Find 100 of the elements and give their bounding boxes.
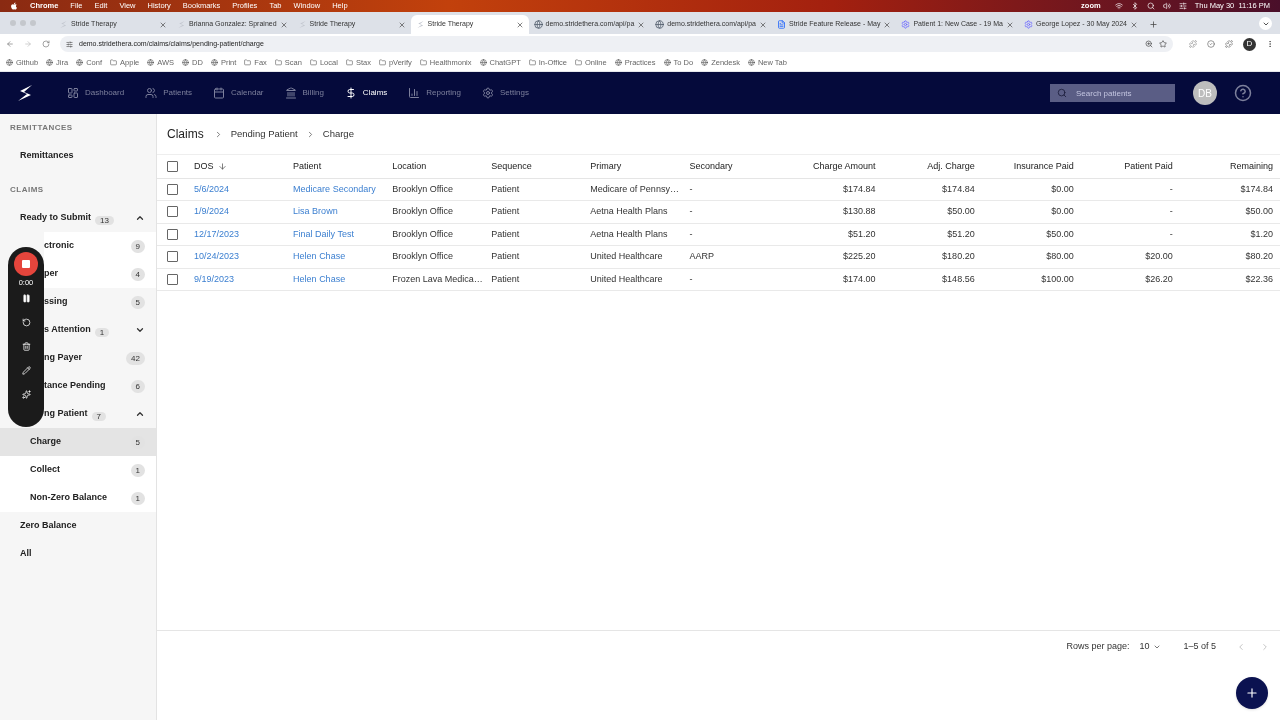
table-link[interactable]: 1/9/2024 xyxy=(194,206,230,216)
sidebar-item[interactable]: Zero Balance xyxy=(0,512,156,540)
close-icon[interactable] xyxy=(883,20,892,29)
controls-icon[interactable] xyxy=(1178,2,1187,10)
breadcrumb[interactable]: Claims xyxy=(167,125,204,143)
table-link[interactable]: Final Daily Test xyxy=(293,228,354,239)
column-header[interactable]: Sequence xyxy=(491,159,532,173)
checkbox[interactable] xyxy=(167,251,178,263)
sparkle-icon[interactable] xyxy=(21,390,31,399)
sidebar-item[interactable]: Charge 5 xyxy=(0,428,156,456)
sidebar-item[interactable]: per 4 xyxy=(44,260,156,288)
bookmark-star-icon[interactable] xyxy=(1159,40,1167,48)
table-link[interactable]: 5/6/2024 xyxy=(194,183,230,194)
close-icon[interactable] xyxy=(515,20,524,29)
table-link[interactable]: 10/24/2023 xyxy=(194,251,240,261)
table-link[interactable]: 9/19/2023 xyxy=(194,273,235,284)
column-header[interactable]: Adj. Charge xyxy=(927,159,975,173)
sidebar-item[interactable]: Ready to Submit 13 xyxy=(0,204,156,232)
sidebar-item[interactable]: Remittances xyxy=(0,142,156,170)
reload-icon[interactable] xyxy=(42,40,50,48)
close-icon[interactable] xyxy=(1130,20,1138,29)
table-cell: $0.00 xyxy=(1051,206,1074,216)
nav-item[interactable]: Billing xyxy=(284,87,324,99)
column-header[interactable]: Patient Paid xyxy=(1124,159,1173,173)
add-button[interactable] xyxy=(1236,677,1268,709)
sidebar-item[interactable]: ssing 5 xyxy=(44,288,156,316)
wifi-icon[interactable] xyxy=(1114,2,1123,10)
close-icon[interactable] xyxy=(637,20,646,29)
table-cell: $51.20 xyxy=(947,228,975,239)
stop-record-button[interactable] xyxy=(14,252,38,276)
column-header[interactable]: Charge Amount xyxy=(813,159,876,173)
bluetooth-icon[interactable] xyxy=(1130,2,1139,10)
extensions-icon[interactable] xyxy=(1225,40,1233,48)
table-link[interactable]: Helen Chase xyxy=(293,251,346,261)
sidebar-item[interactable]: Non-Zero Balance 1 xyxy=(0,484,156,512)
sidebar-item[interactable]: tance Pending 6 xyxy=(44,372,156,400)
table-cell: Patient xyxy=(491,251,520,261)
checkbox[interactable] xyxy=(167,228,178,240)
collapse-icon[interactable] xyxy=(135,409,145,419)
sidebar-item[interactable]: ng Patient 7 xyxy=(44,400,156,428)
check-icon[interactable] xyxy=(1207,40,1215,48)
nav-item[interactable]: Settings xyxy=(482,87,529,99)
sidebar-item[interactable]: ng Payer 42 xyxy=(44,344,156,372)
breadcrumb[interactable]: Pending Patient xyxy=(230,126,298,142)
sidebar-item[interactable]: All xyxy=(0,540,156,568)
search-icon[interactable] xyxy=(1146,2,1155,10)
tab-search-button[interactable] xyxy=(1259,17,1272,30)
table-link[interactable]: Lisa Brown xyxy=(293,206,338,216)
column-header[interactable]: Patient xyxy=(293,159,322,173)
close-icon[interactable] xyxy=(1005,20,1014,29)
nav-item[interactable]: Patients xyxy=(145,87,193,99)
nav-item[interactable]: Dashboard xyxy=(67,87,125,99)
trash-icon[interactable] xyxy=(21,342,31,351)
column-header[interactable]: Remaining xyxy=(1229,159,1273,173)
count-badge: 1 xyxy=(130,463,145,477)
checkbox[interactable] xyxy=(167,206,178,218)
search-field[interactable]: Search patients xyxy=(1050,84,1175,102)
close-icon[interactable] xyxy=(159,20,167,29)
menu-icon[interactable] xyxy=(1266,40,1274,48)
nav-item[interactable]: Calendar xyxy=(213,87,264,99)
column-header[interactable]: Primary xyxy=(590,159,622,173)
table-link[interactable]: 12/17/2023 xyxy=(194,228,240,239)
column-header[interactable]: Secondary xyxy=(689,159,733,173)
table-cell: - xyxy=(1169,183,1173,194)
close-icon[interactable] xyxy=(279,20,288,29)
zoom-icon[interactable] xyxy=(1145,40,1153,48)
profile-avatar[interactable]: D xyxy=(1243,37,1256,51)
expand-icon[interactable] xyxy=(135,325,145,335)
globe-icon xyxy=(210,59,218,66)
rows-per-page-select[interactable]: 10 xyxy=(1139,640,1162,654)
column-header[interactable]: Insurance Paid xyxy=(1013,159,1074,173)
sidebar-item[interactable]: ctronic 9 xyxy=(44,232,156,260)
pause-icon[interactable] xyxy=(21,294,31,303)
page-range: 1–5 of 5 xyxy=(1183,640,1216,654)
column-header[interactable]: DOS xyxy=(194,159,227,173)
collapse-icon[interactable] xyxy=(135,213,145,223)
nav-item[interactable]: Claims xyxy=(344,87,388,99)
checkbox[interactable] xyxy=(167,273,178,285)
column-header[interactable]: Location xyxy=(392,159,427,173)
checkbox[interactable] xyxy=(167,160,178,172)
table-cell: $50.00 xyxy=(1046,228,1074,239)
sort-arrow-icon[interactable] xyxy=(217,161,227,171)
pencil-icon[interactable] xyxy=(21,366,31,375)
checkbox[interactable] xyxy=(167,183,178,195)
apple-icon[interactable] xyxy=(10,2,18,10)
help-icon[interactable] xyxy=(1234,84,1252,102)
close-icon[interactable] xyxy=(397,20,406,29)
new-tab-icon[interactable] xyxy=(1149,20,1158,29)
sidebar-item[interactable]: Collect 1 xyxy=(0,456,156,484)
table-cell: Brooklyn Office xyxy=(392,251,454,261)
volume-icon[interactable] xyxy=(1162,2,1171,10)
sidebar-item[interactable]: s Attention 1 xyxy=(44,316,156,344)
restart-icon[interactable] xyxy=(21,318,31,327)
table-link[interactable]: Helen Chase xyxy=(293,273,346,284)
close-icon[interactable] xyxy=(759,20,767,29)
table-link[interactable]: Medicare Secondary xyxy=(293,183,376,194)
count-badge: 1 xyxy=(94,328,110,337)
folder-icon xyxy=(528,59,536,66)
nav-item[interactable]: Reporting xyxy=(408,87,461,99)
table-cell: $1.20 xyxy=(1250,228,1273,239)
